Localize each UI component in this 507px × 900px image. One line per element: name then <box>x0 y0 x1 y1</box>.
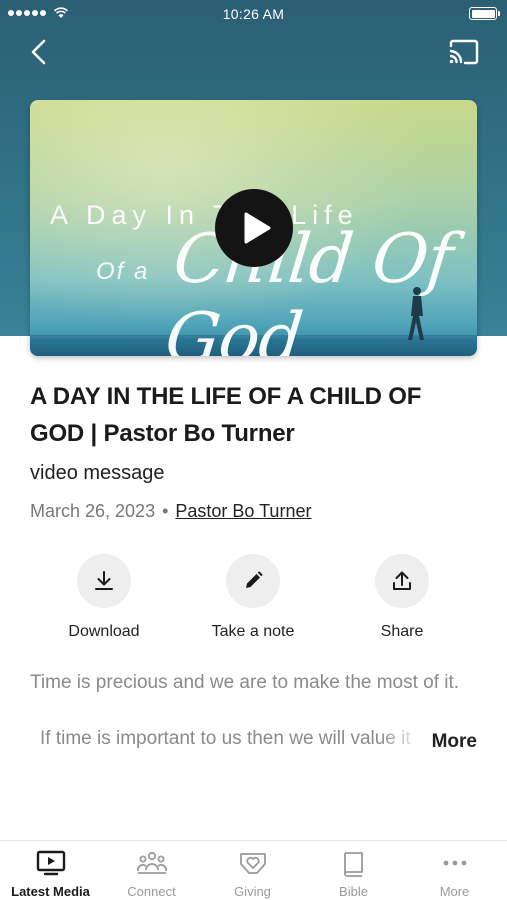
sermon-meta: March 26, 2023 • Pastor Bo Turner <box>30 501 311 522</box>
cast-button[interactable] <box>447 38 481 66</box>
tab-label: Connect <box>127 884 176 899</box>
video-thumbnail[interactable]: A Day In The Life Of a Child Of God <box>30 100 477 356</box>
download-button[interactable]: Download <box>39 554 169 641</box>
pencil-icon <box>246 571 263 588</box>
tab-latest-media[interactable]: Latest Media <box>0 841 101 900</box>
action-row: Download Take a note Share <box>30 554 477 644</box>
author-link[interactable]: Pastor Bo Turner <box>175 501 311 522</box>
cast-icon <box>449 39 479 65</box>
people-icon <box>136 851 167 874</box>
handshake-heart-icon <box>239 853 266 874</box>
tab-label: Latest Media <box>11 884 90 899</box>
tab-label: More <box>439 884 470 899</box>
status-time: 10:26 AM <box>222 6 285 22</box>
thumbnail-of-a-text: Of a <box>96 258 150 285</box>
back-button[interactable] <box>24 36 56 68</box>
take-note-label: Take a note <box>211 623 295 640</box>
battery-icon <box>469 7 500 20</box>
play-icon <box>244 212 271 244</box>
tab-bible[interactable]: Bible <box>303 841 404 900</box>
tab-label: Bible <box>339 884 368 899</box>
sermon-title: A DAY IN THE LIFE OF A CHILD OF GOD | Pa… <box>30 383 422 447</box>
tab-label: Giving <box>234 884 271 899</box>
status-bar: 10:26 AM <box>0 0 507 28</box>
take-note-button[interactable]: Take a note <box>188 554 318 641</box>
tab-more[interactable]: More <box>404 841 505 900</box>
share-label: Share <box>380 623 424 640</box>
description-text-line2: If time is important to us then we will … <box>40 728 411 749</box>
tab-bar: Latest Media Connect Giving Bible More <box>0 840 507 900</box>
tab-connect[interactable]: Connect <box>101 841 202 900</box>
walking-figure-image <box>408 287 424 340</box>
share-button[interactable]: Share <box>337 554 467 641</box>
more-link[interactable]: More <box>432 731 477 753</box>
play-button[interactable] <box>215 189 293 267</box>
chevron-left-icon <box>31 39 46 65</box>
download-label: Download <box>68 623 140 640</box>
meta-separator: • <box>162 501 169 521</box>
media-type: video message <box>30 462 165 484</box>
share-icon <box>393 571 411 590</box>
tv-play-icon <box>36 850 65 876</box>
ellipsis-icon <box>443 860 466 866</box>
sermon-date: March 26, 2023 <box>30 501 156 521</box>
download-icon <box>95 571 113 590</box>
tab-giving[interactable]: Giving <box>202 841 303 900</box>
book-icon <box>343 852 363 877</box>
description-text: Time is precious and we are to make the … <box>30 672 460 693</box>
